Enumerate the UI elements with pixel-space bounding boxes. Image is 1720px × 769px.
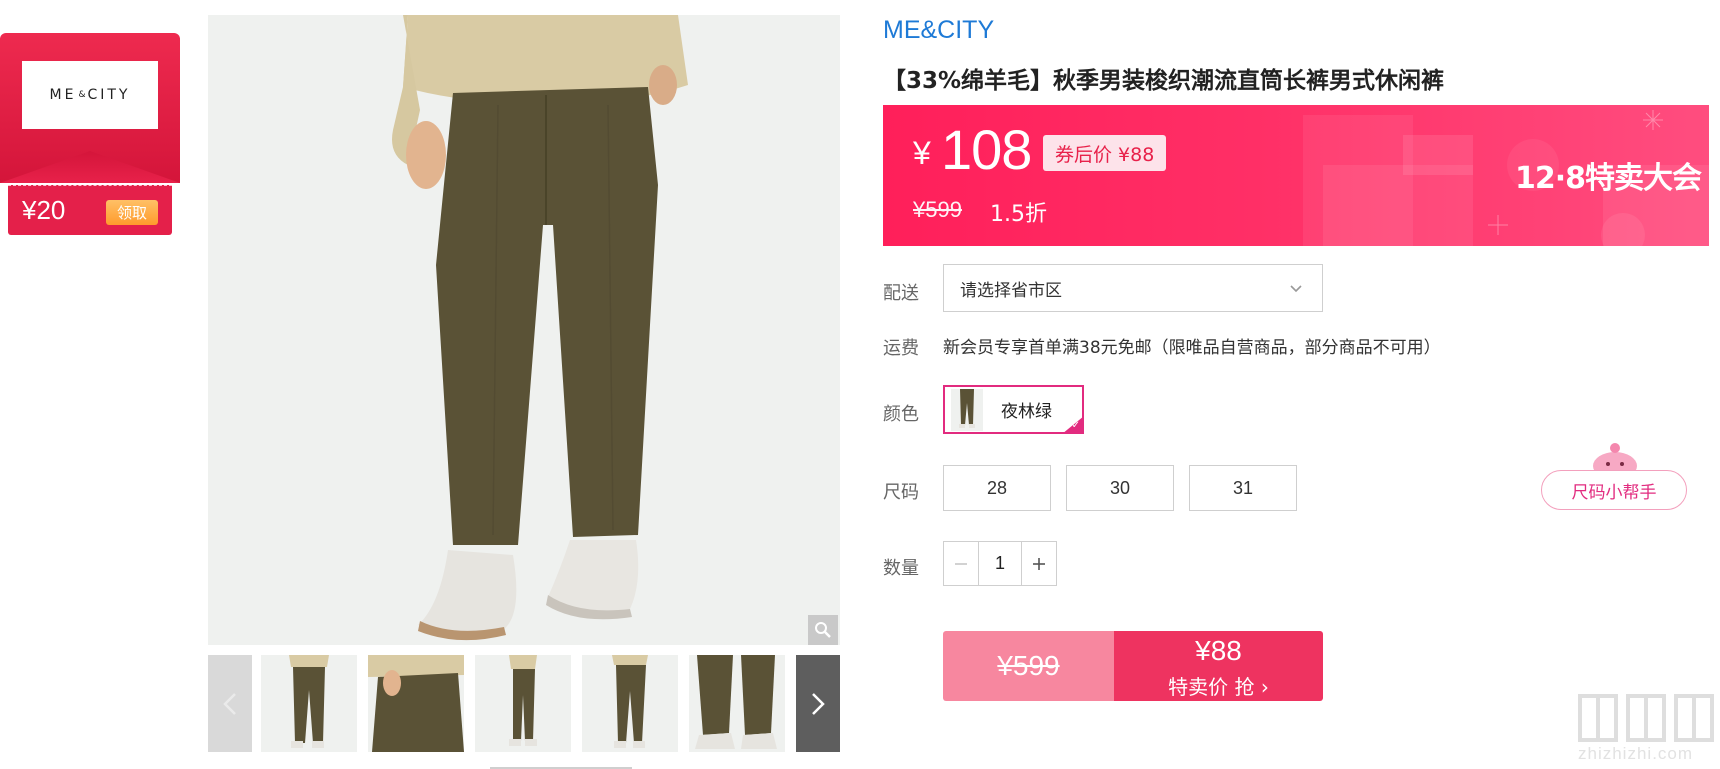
buy-now-price: ¥88	[1195, 635, 1242, 666]
region-select[interactable]: 请选择省市区	[943, 264, 1323, 312]
quantity-label: 数量	[883, 558, 919, 579]
claim-coupon-button[interactable]: 领取	[106, 200, 158, 225]
chevron-left-icon	[223, 692, 236, 715]
discount-label: 1.5折	[990, 202, 1047, 227]
thumbnail-2[interactable]	[368, 655, 464, 752]
quantity-increase-button[interactable]	[1021, 542, 1056, 585]
color-option-selected[interactable]: 夜林绿 ✓	[943, 385, 1084, 434]
chevron-right-icon	[812, 692, 825, 715]
zoom-icon[interactable]	[808, 615, 838, 645]
thumbnail-next-button[interactable]	[796, 655, 840, 752]
color-label: 颜色	[883, 404, 919, 425]
size-option-28[interactable]: 28	[943, 465, 1051, 511]
price-currency: ¥	[913, 135, 931, 171]
thumbnail-3[interactable]	[475, 655, 571, 752]
thumbnail-prev-button[interactable]	[208, 655, 252, 752]
size-option-31[interactable]: 31	[1189, 465, 1297, 511]
price-banner: ¥ 108 券后价 ¥88 ¥599 1.5折 12·8特卖大会	[883, 105, 1709, 246]
current-price: 108	[941, 118, 1032, 181]
shipping-label: 运费	[883, 338, 919, 359]
thumbnail-5[interactable]	[689, 655, 785, 752]
thumbnail-4[interactable]	[582, 655, 678, 752]
plus-icon	[1033, 557, 1045, 570]
region-select-value: 请选择省市区	[960, 280, 1062, 301]
thumbnail-strip	[208, 655, 840, 752]
brand-logo: ME & CITY	[22, 61, 158, 129]
size-label: 尺码	[883, 482, 919, 503]
original-price: ¥599	[913, 197, 962, 222]
size-helper-button[interactable]: 尺码小帮手	[1541, 470, 1687, 510]
size-option-30[interactable]: 30	[1066, 465, 1174, 511]
main-product-image[interactable]	[208, 15, 840, 645]
event-title: 12·8特卖大会	[1515, 161, 1702, 196]
delivery-label: 配送	[883, 283, 919, 304]
checkmark-icon: ✓	[1071, 420, 1080, 431]
shipping-info: 新会员专享首单满38元免邮（限唯品自营商品，部分商品不可用）	[943, 338, 1441, 358]
chevron-down-icon	[1290, 285, 1302, 293]
color-thumbnail	[951, 388, 983, 431]
buy-now-button[interactable]: ¥88 特卖价 抢 ›	[1114, 631, 1323, 701]
watermark-text: zhizhizhi.com	[1578, 744, 1694, 763]
quantity-decrease-button[interactable]	[944, 542, 979, 585]
minus-icon	[955, 562, 967, 565]
brand-link[interactable]: ME&CITY	[883, 16, 994, 45]
buy-original-price[interactable]: ¥599	[943, 631, 1114, 701]
after-coupon-badge: 券后价 ¥88	[1043, 135, 1167, 171]
coupon-body: ¥20 领取	[8, 185, 172, 235]
color-option-label: 夜林绿	[1001, 402, 1052, 422]
brand-coupon-card: ME & CITY ¥20 领取	[0, 33, 180, 238]
quantity-input[interactable]	[979, 542, 1021, 585]
buy-now-label: 特卖价 抢 ›	[1168, 675, 1269, 699]
thumbnail-1[interactable]	[261, 655, 357, 752]
coupon-amount: ¥20	[22, 195, 66, 225]
quantity-stepper	[943, 541, 1057, 586]
product-title: 【33%绵羊毛】秋季男装梭织潮流直筒长裤男式休闲裤	[883, 68, 1445, 94]
product-photo	[208, 15, 840, 645]
